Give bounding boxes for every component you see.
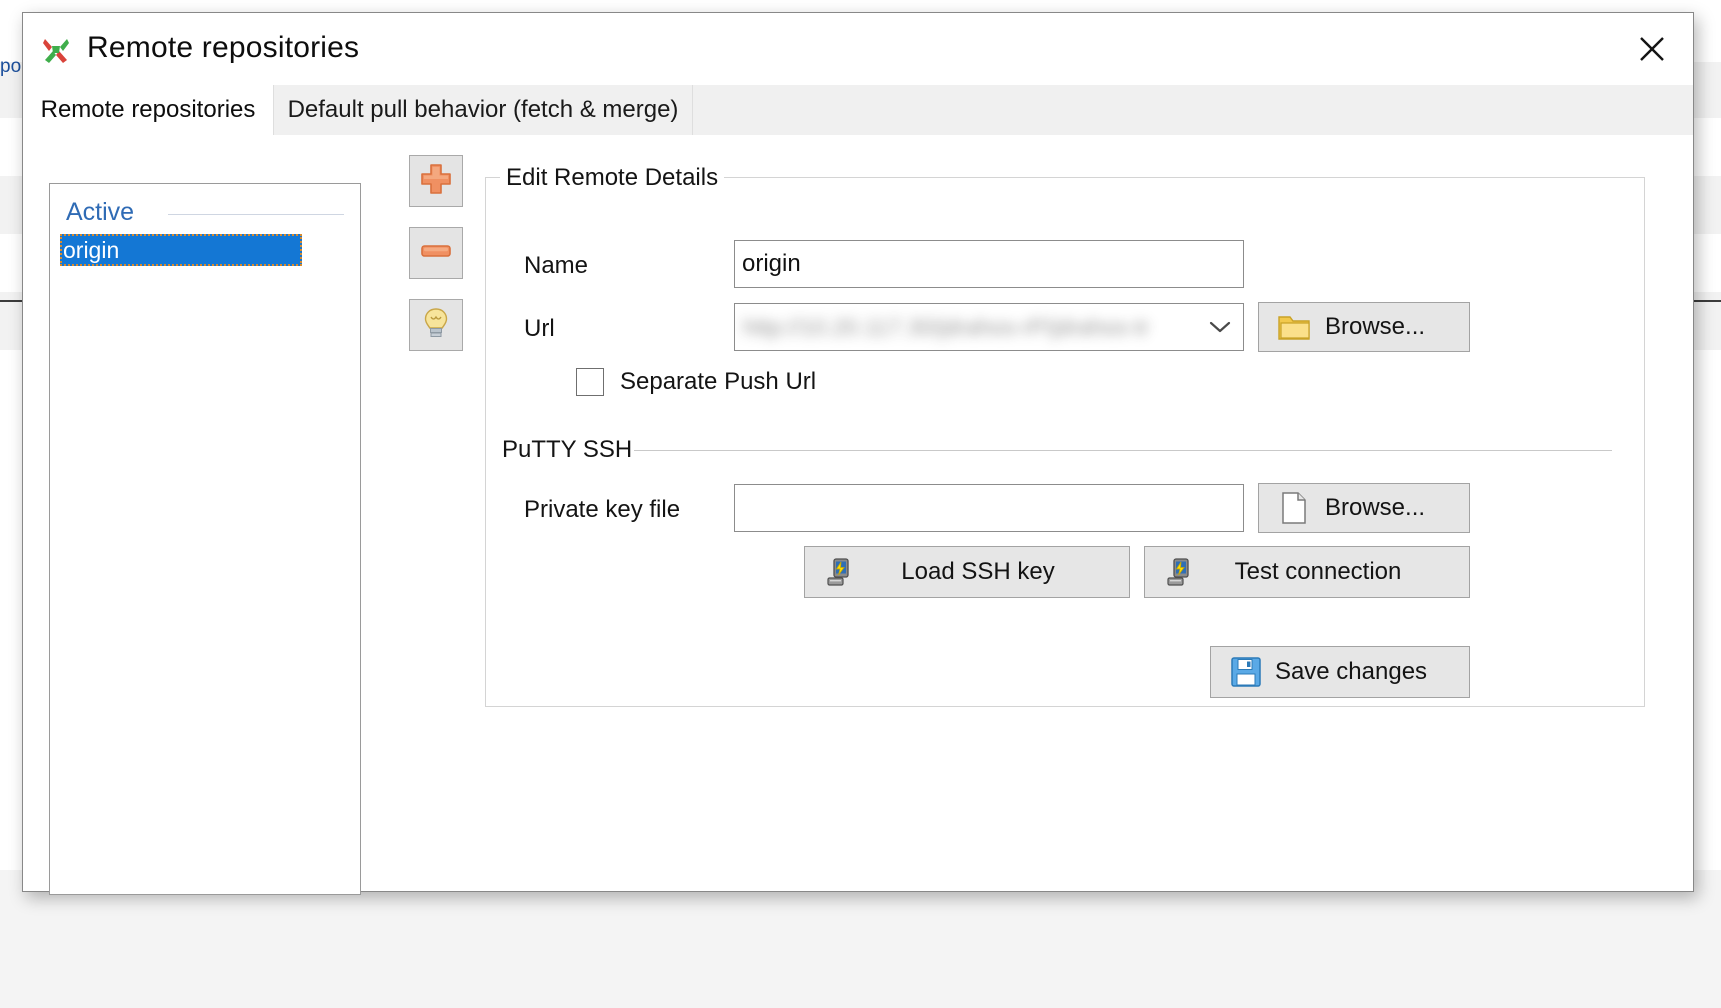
remove-remote-button[interactable] [409,227,463,279]
tab-default-pull-behavior[interactable]: Default pull behavior (fetch & merge) [273,85,693,135]
tab-page-remote-repositories: Active origin Edit Remote Details Name o… [23,135,1693,895]
chevron-down-icon[interactable] [1196,304,1243,350]
tab-remote-repositories[interactable]: Remote repositories [23,85,273,135]
floppy-disk-icon [1229,655,1263,689]
private-key-file-label: Private key file [524,496,681,523]
separate-push-url-checkbox[interactable] [576,368,604,396]
test-connection-button[interactable]: Test connection [1144,546,1470,598]
tab-label: Default pull behavior (fetch & merge) [287,96,679,123]
load-ssh-key-label: Load SSH key [901,558,1055,585]
folder-icon [1277,310,1311,344]
save-changes-label: Save changes [1274,658,1428,685]
putty-icon [1163,555,1197,589]
minus-icon [419,234,453,273]
plus-icon [419,162,453,201]
list-item-label: origin [63,236,120,263]
bg-partial-text: po [0,56,22,77]
remotes-group-divider [168,214,344,215]
private-key-browse-label: Browse... [1325,494,1426,521]
putty-icon [823,555,857,589]
url-browse-label: Browse... [1325,313,1426,340]
private-key-browse-button[interactable]: Browse... [1258,483,1470,533]
load-ssh-key-button[interactable]: Load SSH key [804,546,1130,598]
test-connection-label: Test connection [1234,558,1402,585]
url-combobox[interactable]: http://10.20.117.30/jdrahos-rP/jdrahos-t… [734,303,1244,351]
lightbulb-icon [419,306,453,345]
hint-button[interactable] [409,299,463,351]
close-button[interactable] [1625,27,1679,71]
url-label: Url [524,315,555,342]
separate-push-url-row[interactable]: Separate Push Url [576,368,816,396]
name-label: Name [524,252,589,279]
remotes-group-label: Active [66,198,135,226]
putty-ssh-divider [634,450,1612,451]
remotes-list[interactable]: Active origin [49,183,361,895]
separate-push-url-label: Separate Push Url [620,368,817,395]
document-icon [1277,491,1311,525]
dialog-title: Remote repositories [87,31,360,64]
url-browse-button[interactable]: Browse... [1258,302,1470,352]
name-input[interactable]: origin [734,240,1244,288]
tab-label: Remote repositories [40,95,256,123]
group-caption: Edit Remote Details [500,164,725,192]
git-extensions-icon [39,32,73,66]
putty-ssh-section-title: PuTTY SSH [502,436,643,464]
name-input-value: origin [742,250,801,277]
tab-strip: Remote repositories Default pull behavio… [23,85,1693,136]
url-combobox-value: http://10.20.117.30/jdrahos-rP/jdrahos-t… [743,313,1150,340]
edit-remote-details-group: Edit Remote Details Name origin Url http… [485,164,1645,707]
add-remote-button[interactable] [409,155,463,207]
list-item[interactable]: origin [60,234,302,266]
private-key-file-input[interactable] [734,484,1244,532]
dialog-titlebar: Remote repositories [23,13,1693,86]
remote-repositories-dialog: Remote repositories Remote repositories … [22,12,1694,895]
save-changes-button[interactable]: Save changes [1210,646,1470,698]
